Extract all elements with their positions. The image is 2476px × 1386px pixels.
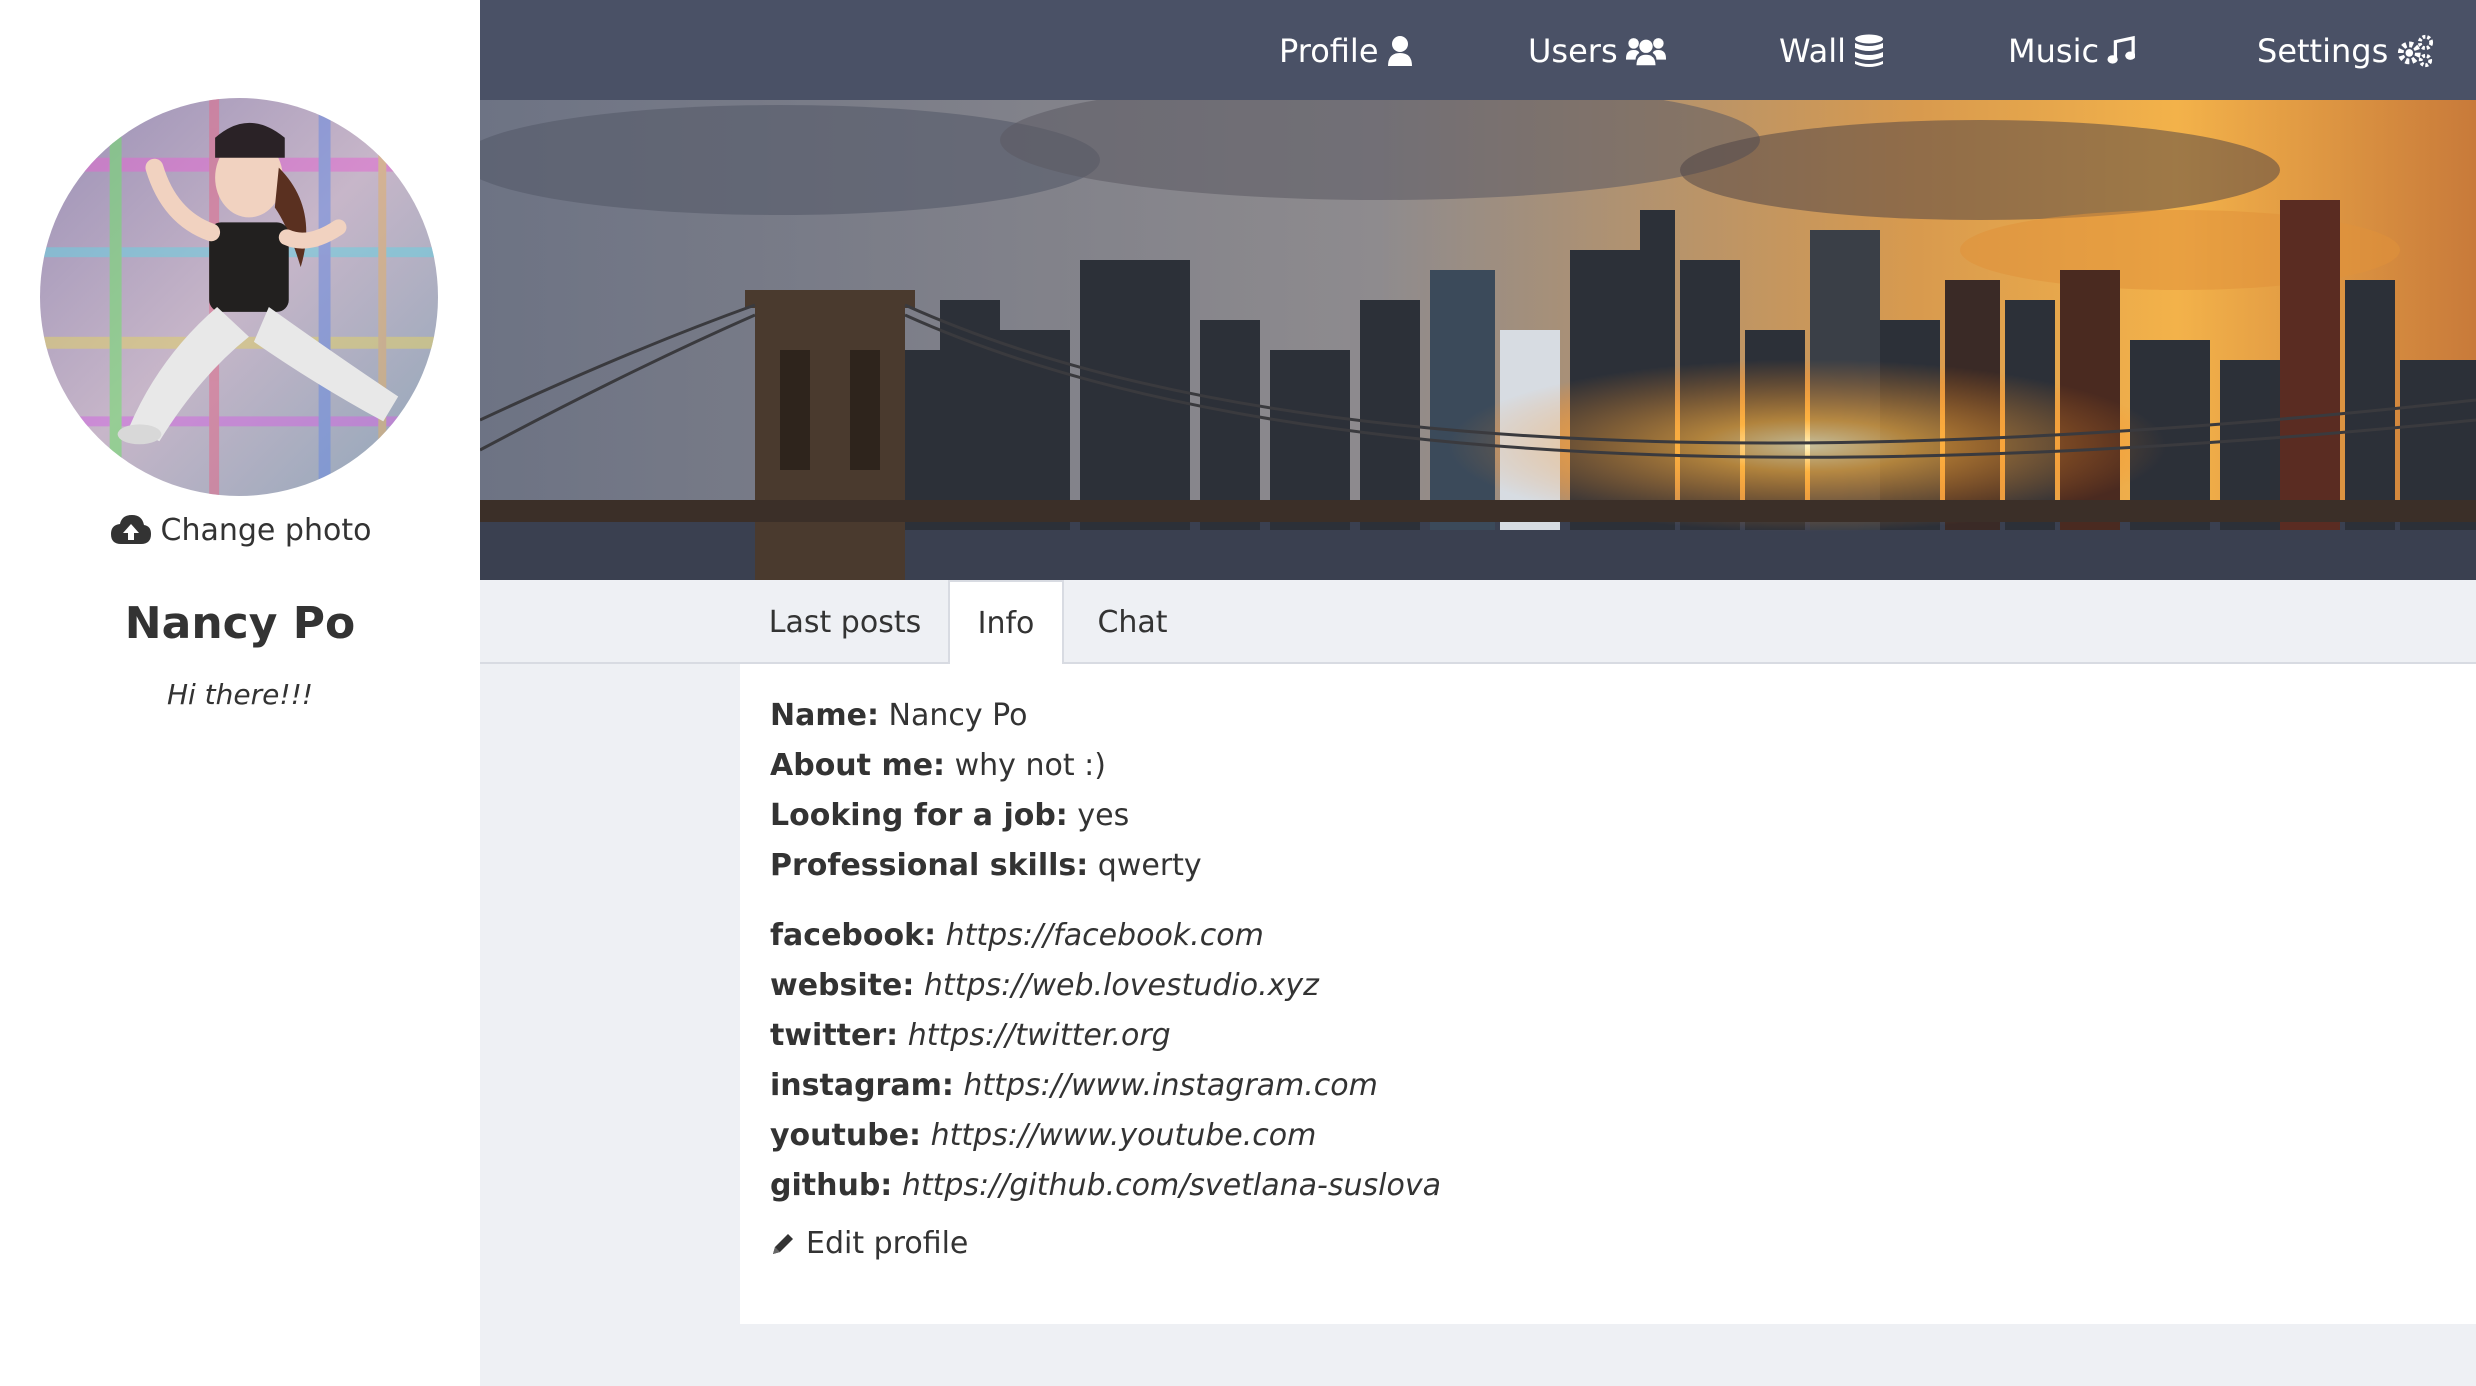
contact-website-label: website:	[770, 968, 915, 1003]
profile-banner-image	[480, 100, 2476, 580]
tab-last-posts-label: Last posts	[768, 604, 922, 640]
cogs-icon	[2398, 34, 2434, 68]
contact-github-label: github:	[770, 1168, 893, 1203]
edit-profile-label: Edit profile	[806, 1226, 969, 1261]
tab-last-posts[interactable]: Last posts	[765, 580, 925, 664]
avatar	[40, 98, 438, 496]
nav-profile[interactable]: Profile	[1279, 26, 1413, 76]
info-about-label: About me:	[770, 748, 946, 783]
tab-chat[interactable]: Chat	[1080, 580, 1185, 664]
info-panel: Name: Nancy Po About me: why not :) Look…	[740, 664, 2476, 1324]
avatar-image	[40, 98, 438, 496]
nav-profile-label: Profile	[1279, 32, 1379, 70]
contact-website-row: website: https://web.lovestudio.xyz	[770, 968, 1319, 1003]
music-icon	[2107, 35, 2136, 64]
users-icon	[1625, 38, 1666, 66]
profile-tabs: Last posts Info Chat	[480, 580, 2476, 666]
contact-youtube-link[interactable]: https://www.youtube.com	[931, 1118, 1317, 1153]
info-name-label: Name:	[770, 698, 879, 733]
info-skills-label: Professional skills:	[770, 848, 1089, 883]
city-skyline-image	[480, 100, 2476, 580]
contact-instagram-label: instagram:	[770, 1068, 954, 1103]
contact-twitter-link[interactable]: https://twitter.org	[908, 1018, 1171, 1053]
tab-info-label: Info	[977, 605, 1035, 641]
change-photo-label: Change photo	[160, 512, 372, 548]
info-job-value: yes	[1077, 798, 1130, 833]
contact-facebook-label: facebook:	[770, 918, 937, 953]
sidebar: Change photo Nancy Po Hi there!!!	[0, 0, 480, 1386]
tab-chat-label: Chat	[1097, 604, 1168, 640]
contact-instagram-link[interactable]: https://www.instagram.com	[963, 1068, 1377, 1103]
nav-settings-label: Settings	[2257, 32, 2389, 70]
info-name-row: Name: Nancy Po	[770, 698, 1028, 733]
contact-github-link[interactable]: https://github.com/svetlana-suslova	[902, 1168, 1441, 1203]
contact-facebook-link[interactable]: https://facebook.com	[946, 918, 1264, 953]
nav-users-label: Users	[1528, 32, 1618, 70]
info-about-row: About me: why not :)	[770, 748, 1106, 783]
nav-music[interactable]: Music	[2008, 26, 2136, 76]
nav-settings[interactable]: Settings	[2257, 26, 2434, 76]
info-name-value: Nancy Po	[888, 698, 1028, 733]
top-navigation: Profile Users Wall Music Settings	[480, 0, 2476, 100]
info-skills-value: qwerty	[1097, 848, 1202, 883]
profile-user-name: Nancy Po	[124, 598, 356, 649]
contact-twitter-label: twitter:	[770, 1018, 899, 1053]
contact-youtube-label: youtube:	[770, 1118, 922, 1153]
info-job-label: Looking for a job:	[770, 798, 1068, 833]
info-job-row: Looking for a job: yes	[770, 798, 1129, 833]
database-icon	[1854, 34, 1883, 67]
nav-music-label: Music	[2008, 32, 2100, 70]
nav-wall-label: Wall	[1779, 32, 1846, 70]
nav-wall[interactable]: Wall	[1779, 26, 1884, 76]
info-about-value: why not :)	[954, 748, 1106, 783]
pencil-icon	[773, 1233, 793, 1254]
contact-facebook-row: facebook: https://facebook.com	[770, 918, 1264, 953]
contact-website-link[interactable]: https://web.lovestudio.xyz	[924, 968, 1319, 1003]
profile-status: Hi there!!!	[166, 678, 314, 711]
tab-info[interactable]: Info	[948, 580, 1064, 666]
user-icon	[1387, 36, 1412, 66]
contact-instagram-row: instagram: https://www.instagram.com	[770, 1068, 1378, 1103]
cloud-upload-icon	[110, 515, 151, 544]
contact-youtube-row: youtube: https://www.youtube.com	[770, 1118, 1316, 1153]
contact-twitter-row: twitter: https://twitter.org	[770, 1018, 1171, 1053]
change-photo-button[interactable]: Change photo	[0, 512, 480, 548]
edit-profile-button[interactable]: Edit profile	[770, 1226, 968, 1261]
nav-users[interactable]: Users	[1528, 26, 1666, 76]
contact-github-row: github: https://github.com/svetlana-susl…	[770, 1168, 1441, 1203]
info-skills-row: Professional skills: qwerty	[770, 848, 1202, 883]
